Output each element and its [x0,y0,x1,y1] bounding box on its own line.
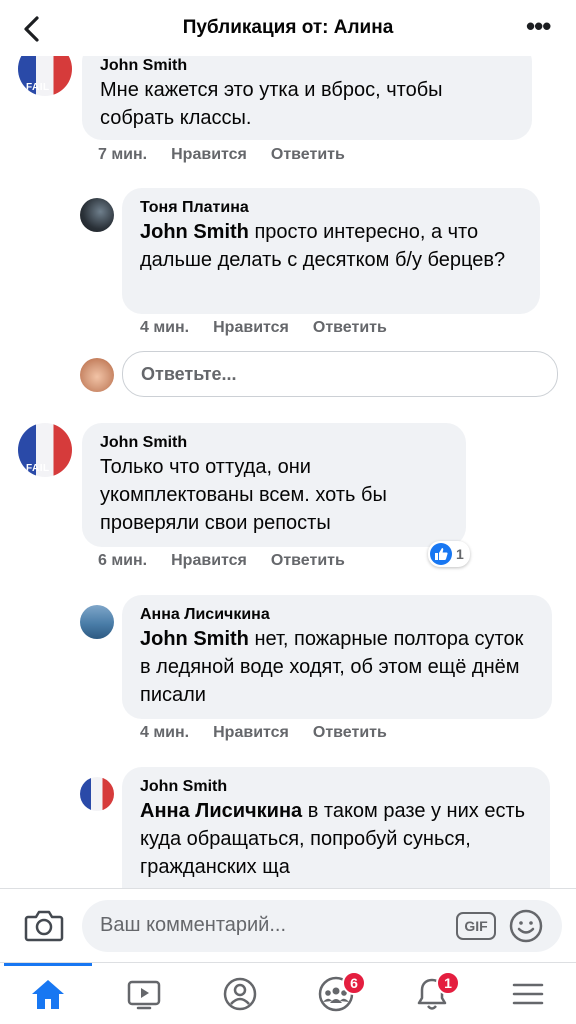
comment-author[interactable]: John Smith [100,56,514,76]
home-icon [32,980,64,1009]
comment-input-placeholder: Ваш комментарий... [100,914,287,936]
top-bar: Публикация от: Алина ••• [0,0,576,56]
comment-time: 4 мин. [140,724,190,741]
avatar[interactable] [80,777,114,811]
mention-link[interactable]: John Smith [140,221,249,243]
like-reaction-icon [430,543,452,565]
tab-menu[interactable] [480,963,576,1024]
mention-link[interactable]: Анна Лисичкина [140,800,302,822]
comments-feed[interactable]: FAIL John Smith Мне кажется это утка и в… [0,56,576,888]
emoji-icon[interactable] [508,908,544,944]
comment-actions: 4 мин. Нравится Ответить [140,724,387,742]
comment-text: Только что оттуда, они укомплектованы вс… [100,456,387,534]
mention-link[interactable]: John Smith [140,628,249,650]
reply-button[interactable]: Ответить [271,146,345,164]
comment-actions: 4 мин. Нравится Ответить [140,319,387,337]
comment-bubble[interactable]: John Smith Мне кажется это утка и вброс,… [82,56,532,140]
tab-watch[interactable] [96,963,192,1024]
my-avatar [80,358,114,392]
comment-bubble[interactable]: John Smith Только что оттуда, они укомпл… [82,423,466,547]
profile-icon [223,977,257,1011]
like-button[interactable]: Нравится [213,319,289,337]
comment-bubble[interactable]: Анна Лисичкина John Smith нет, пожарные … [122,595,552,719]
comment-text-wrap: Анна Лисичкина в таком разе у них есть к… [140,797,532,881]
comment-input[interactable]: Ваш комментарий... GIF [82,900,562,952]
avatar[interactable]: FAIL [18,423,72,477]
video-icon [127,980,161,1010]
comment-author[interactable]: John Smith [140,777,532,797]
like-button[interactable]: Нравится [171,146,247,164]
comment-reply: Анна Лисичкина John Smith нет, пожарные … [0,595,576,755]
comment-text: Мне кажется это утка и вброс, чтобы собр… [100,79,443,129]
tab-notifications[interactable]: 1 [384,963,480,1024]
tab-profile[interactable] [192,963,288,1024]
comment-time: 7 мин. [98,146,148,163]
comment-bubble[interactable]: John Smith Анна Лисичкина в таком разе у… [122,767,550,888]
comment-time: 6 мин. [98,552,148,569]
comment-time: 4 мин. [140,319,190,336]
avatar[interactable] [80,198,114,232]
comment-text-wrap: John Smith просто интересно, а что дальш… [140,218,522,274]
reply-button[interactable]: Ответить [313,319,387,337]
avatar[interactable] [80,605,114,639]
comment-actions: 7 мин. Нравится Ответить [98,146,345,164]
comment-bubble[interactable]: Тоня Платина John Smith просто интересно… [122,188,540,314]
comment-actions: 6 мин. Нравится Ответить [98,552,345,570]
reaction-counter[interactable]: 1 [428,541,470,567]
comment: FAIL John Smith Мне кажется это утка и в… [0,56,576,172]
gif-button[interactable]: GIF [456,912,496,940]
reply-input[interactable]: Ответьте... [122,351,558,397]
camera-icon[interactable] [24,907,64,943]
reply-button[interactable]: Ответить [313,724,387,742]
back-arrow-icon[interactable] [18,14,48,44]
notifications-badge: 1 [436,971,460,995]
tab-groups[interactable]: 6 [288,963,384,1024]
comment-reply: Тоня Платина John Smith просто интересно… [0,188,576,348]
reply-button[interactable]: Ответить [271,552,345,570]
avatar[interactable]: FAIL [18,56,72,96]
like-button[interactable]: Нравится [171,552,247,570]
comment-composer: Ваш комментарий... GIF [0,888,576,962]
comment-reply: John Smith Анна Лисичкина в таком разе у… [0,767,576,888]
comment-author[interactable]: John Smith [100,433,448,453]
comment: FAIL John Smith Только что оттуда, они у… [0,423,576,583]
groups-badge: 6 [342,971,366,995]
comment-text-wrap: John Smith нет, пожарные полтора суток в… [140,625,534,709]
more-options-icon[interactable]: ••• [526,13,556,42]
comment-author[interactable]: Анна Лисичкина [140,605,534,625]
reaction-count: 1 [456,546,464,562]
bottom-tab-bar: 6 1 [0,962,576,1024]
comment-author[interactable]: Тоня Платина [140,198,522,218]
tab-home[interactable] [0,963,96,1024]
menu-icon [512,983,544,1005]
like-button[interactable]: Нравится [213,724,289,742]
page-title: Публикация от: Алина [182,17,394,38]
